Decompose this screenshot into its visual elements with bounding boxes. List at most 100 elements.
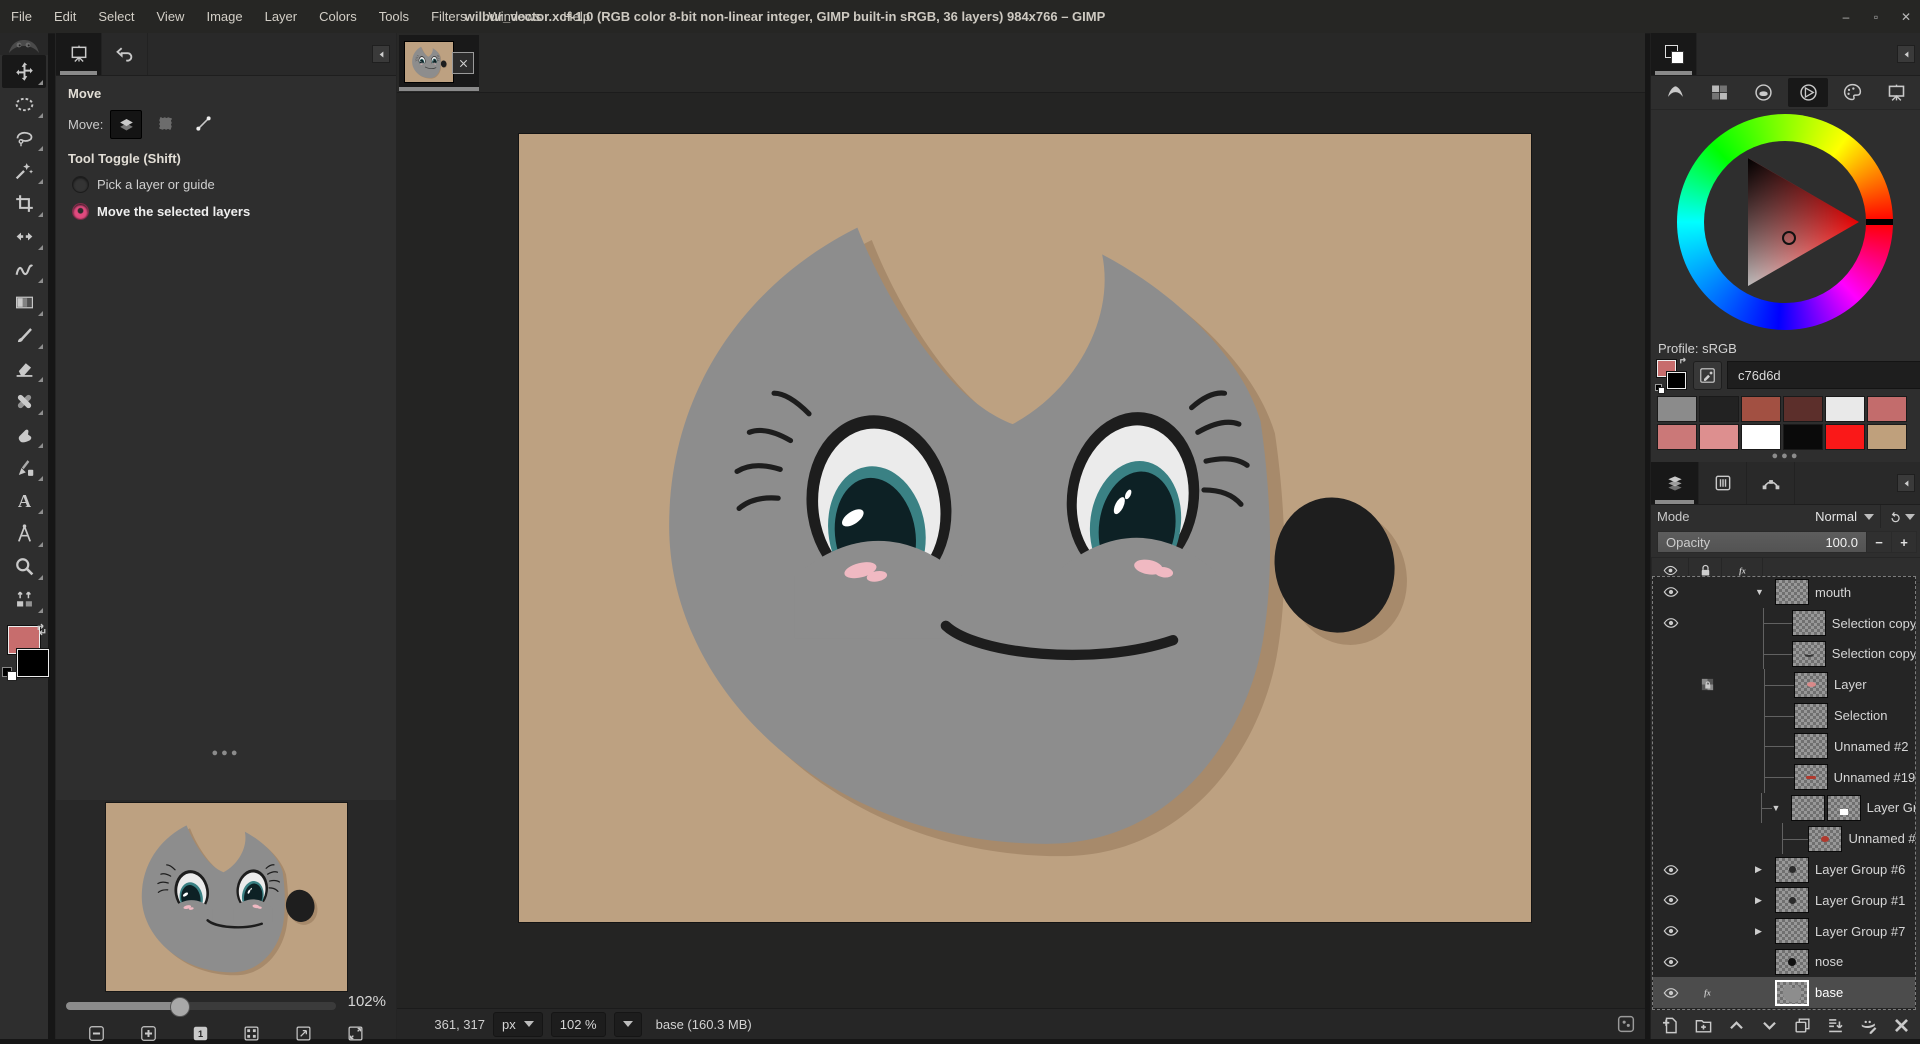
- move-path-toggle[interactable]: [188, 110, 218, 137]
- zoom-1-1-button[interactable]: 1: [189, 1022, 211, 1044]
- layer-thumbnail[interactable]: [1794, 733, 1828, 759]
- palette-swatch[interactable]: [1783, 424, 1823, 450]
- palette-swatch[interactable]: [1657, 396, 1697, 422]
- default-colors-icon[interactable]: [2, 667, 18, 681]
- menu-image[interactable]: Image: [195, 0, 253, 33]
- layer-thumbnail[interactable]: [1775, 949, 1809, 975]
- move-layer-toggle[interactable]: [110, 110, 142, 139]
- layer-visibility-toggle[interactable]: [1653, 615, 1688, 631]
- color-selector-wheel-tab[interactable]: [1788, 78, 1828, 107]
- color-wheel[interactable]: [1651, 110, 1920, 336]
- unit-dropdown[interactable]: px: [493, 1012, 543, 1037]
- layer-group-expander[interactable]: ▼: [1772, 803, 1791, 813]
- color-selector-gimp-tab[interactable]: [1655, 78, 1695, 107]
- layer-visibility-toggle[interactable]: [1653, 923, 1689, 939]
- layer-thumbnail[interactable]: [1827, 795, 1861, 821]
- menu-view[interactable]: View: [146, 0, 196, 33]
- free-select-tool-button[interactable]: [2, 121, 46, 154]
- flip-tool-button[interactable]: [2, 220, 46, 253]
- close-image-icon[interactable]: [452, 52, 474, 74]
- crop-tool-button[interactable]: [2, 187, 46, 220]
- menu-tools[interactable]: Tools: [368, 0, 420, 33]
- smudge-tool-button[interactable]: [2, 418, 46, 451]
- zoom-out-button[interactable]: [86, 1022, 108, 1044]
- menu-layer[interactable]: Layer: [254, 0, 309, 33]
- text-tool-button[interactable]: A: [2, 484, 46, 517]
- new-layer-button[interactable]: [1658, 1014, 1684, 1038]
- layer-thumbnail[interactable]: [1808, 826, 1842, 852]
- layer-visibility-toggle[interactable]: [1653, 584, 1689, 600]
- saturation-value-triangle[interactable]: [1704, 141, 1866, 303]
- layer-group-expander[interactable]: ▶: [1755, 864, 1775, 875]
- layer-row-selection-copy[interactable]: Selection copy: [1653, 639, 1915, 670]
- collapse-dock-icon[interactable]: [1897, 474, 1915, 492]
- color-selector-watercolor-tab[interactable]: [1744, 78, 1784, 107]
- layer-row-layer[interactable]: Layer: [1653, 669, 1915, 700]
- warp-transform-tool-button[interactable]: [2, 253, 46, 286]
- fuzzy-select-tool-button[interactable]: [2, 154, 46, 187]
- palette-swatch[interactable]: [1783, 396, 1823, 422]
- layer-row-selection[interactable]: Selection: [1653, 700, 1915, 731]
- zoom-dropdown[interactable]: [614, 1012, 642, 1037]
- slider-knob[interactable]: [170, 997, 190, 1017]
- layer-visibility-toggle[interactable]: [1653, 862, 1689, 878]
- swap-colors-icon[interactable]: [35, 623, 48, 636]
- palette-swatch[interactable]: [1741, 396, 1781, 422]
- layer-thumbnail[interactable]: [1775, 857, 1809, 883]
- delete-layer-button[interactable]: [1888, 1014, 1914, 1038]
- collapse-dock-icon[interactable]: [1897, 45, 1915, 63]
- hue-marker[interactable]: [1866, 219, 1893, 225]
- opacity-decrease-button[interactable]: −: [1867, 531, 1892, 553]
- ellipse-select-tool-button[interactable]: [2, 88, 46, 121]
- layer-row-layer-group-6[interactable]: ▶Layer Group #6: [1653, 854, 1915, 885]
- palette-swatch[interactable]: [1825, 424, 1865, 450]
- layer-row-layer-group-7[interactable]: ▶Layer Group #7: [1653, 916, 1915, 947]
- canvas-viewport[interactable]: [397, 93, 1645, 1008]
- heal-tool-button[interactable]: [2, 385, 46, 418]
- image-tab[interactable]: [399, 35, 479, 91]
- layer-thumbnail[interactable]: [1792, 641, 1826, 667]
- layer-row-base[interactable]: fxbase: [1653, 977, 1915, 1008]
- measure-tool-button[interactable]: [2, 517, 46, 550]
- color-selector-palette-tab[interactable]: [1833, 78, 1873, 107]
- fit-image-in-window-button[interactable]: [241, 1022, 263, 1044]
- raise-layer-button[interactable]: [1724, 1014, 1750, 1038]
- mode-dropdown[interactable]: Normal: [1815, 509, 1874, 524]
- tab-undo-history[interactable]: [102, 33, 148, 75]
- mode-switch-button[interactable]: [1880, 505, 1915, 528]
- layer-group-expander[interactable]: ▼: [1755, 587, 1775, 597]
- layer-group-expander[interactable]: ▶: [1755, 926, 1775, 937]
- minimize-button[interactable]: –: [1838, 10, 1854, 24]
- zoom-value-box[interactable]: 102 %: [551, 1012, 606, 1037]
- ink-tool-button[interactable]: [2, 451, 46, 484]
- menu-file[interactable]: File: [0, 0, 43, 33]
- alignment-tool-button[interactable]: [2, 583, 46, 616]
- canvas-image[interactable]: [519, 134, 1531, 922]
- mini-background-swatch[interactable]: [1667, 372, 1686, 389]
- layer-thumbnail[interactable]: [1791, 795, 1825, 821]
- move-tool-button[interactable]: [2, 55, 46, 88]
- tab-paths[interactable]: [1747, 462, 1795, 504]
- layer-visibility-toggle[interactable]: [1653, 954, 1689, 970]
- merge-down-button[interactable]: [1822, 1014, 1848, 1038]
- new-layer-group-button[interactable]: [1691, 1014, 1717, 1038]
- panel-resize-grip[interactable]: ●●●: [56, 749, 396, 757]
- color-selector-scales-tab[interactable]: [1877, 78, 1917, 107]
- maximize-button[interactable]: ▫: [1868, 10, 1884, 24]
- layer-row-unnamed-[interactable]: Unnamed #: [1653, 823, 1915, 854]
- layer-row-layer-gr[interactable]: ▼Layer Gr: [1653, 793, 1915, 824]
- palette-swatch[interactable]: [1867, 396, 1907, 422]
- layer-thumbnail[interactable]: [1775, 980, 1809, 1006]
- fit-image-to-window-button[interactable]: [293, 1022, 315, 1044]
- tab-channels[interactable]: [1699, 462, 1747, 504]
- palette-swatch[interactable]: [1825, 396, 1865, 422]
- layer-thumbnail[interactable]: [1794, 703, 1828, 729]
- layer-lock-cell[interactable]: [1689, 677, 1725, 692]
- panel-resize-grip[interactable]: ●●●: [1651, 452, 1920, 460]
- layer-thumbnail[interactable]: [1794, 672, 1828, 698]
- layer-thumbnail[interactable]: [1792, 610, 1826, 636]
- menu-select[interactable]: Select: [87, 0, 145, 33]
- layer-row-layer-group-1[interactable]: ▶Layer Group #1: [1653, 885, 1915, 916]
- layer-effects-badge[interactable]: fx: [1689, 985, 1725, 1000]
- palette-swatch[interactable]: [1657, 424, 1697, 450]
